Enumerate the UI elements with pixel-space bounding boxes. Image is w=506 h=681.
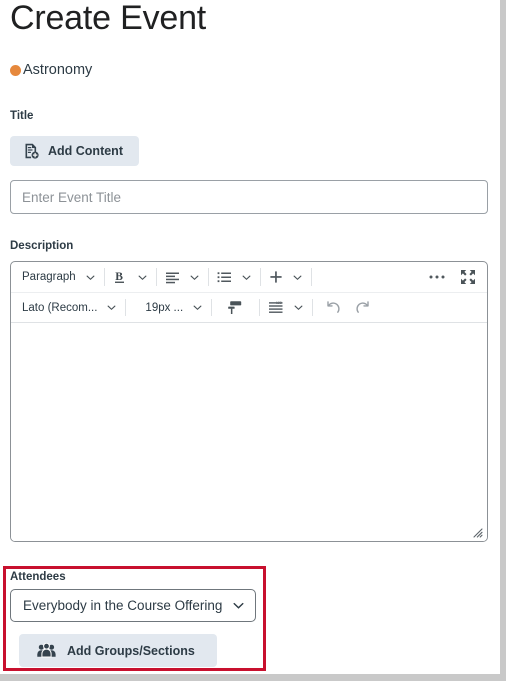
align-left-icon [165,271,180,284]
toolbar-group-list [207,262,260,292]
editor-toolbar-row-1: Paragraph B [11,262,487,293]
redo-icon [355,300,371,316]
title-field-label: Title [10,110,34,122]
bullet-list-icon [217,271,232,284]
add-groups-sections-label: Add Groups/Sections [67,643,195,658]
undo-button[interactable] [318,296,348,320]
chevron-down-icon [107,305,116,311]
chevron-down-icon [242,275,251,280]
ellipsis-icon [428,274,446,280]
align-dropdown[interactable] [162,265,202,289]
svg-text:123: 123 [276,301,282,305]
add-content-button[interactable]: Add Content [10,136,139,166]
rich-text-editor: Paragraph B Lato (Recom... 19px ... 123 [10,261,488,542]
chevron-down-icon [138,275,147,280]
create-event-page: Create Event Astronomy Title Add Content [0,0,506,681]
toolbar-group-line-height: 123 [259,293,312,322]
paragraph-format-dropdown[interactable]: Paragraph [19,265,98,289]
group-people-icon [37,643,56,658]
format-painter-button[interactable] [217,296,253,320]
page-title: Create Event [10,0,207,37]
toolbar-group-history [312,293,384,322]
toolbar-group-align [155,262,208,292]
chevron-down-icon [193,305,202,311]
event-title-input[interactable] [10,180,488,214]
chevron-down-icon [294,305,303,311]
bold-dropdown[interactable]: B [110,265,150,289]
bold-icon: B [113,270,128,285]
attendees-selected-value: Everybody in the Course Offering [23,598,223,613]
add-groups-sections-button[interactable]: Add Groups/Sections [19,634,217,667]
font-family-label: Lato (Recom... [22,301,98,314]
expand-icon [460,269,476,285]
chevron-down-icon [86,275,95,280]
editor-toolbar-row-2: Lato (Recom... 19px ... 123 [11,293,487,323]
description-field-label: Description [10,240,74,252]
chevron-down-icon [190,275,199,280]
font-size-label: 19px ... [145,301,184,314]
plus-icon [269,270,283,284]
toolbar-group-font-family: Lato (Recom... [13,293,125,322]
redo-button[interactable] [348,296,378,320]
add-content-label: Add Content [48,144,123,158]
more-options-button[interactable] [425,265,449,289]
undo-icon [325,300,341,316]
fullscreen-button[interactable] [457,265,479,289]
list-dropdown[interactable] [214,265,254,289]
line-height-icon: 123 [268,301,284,314]
toolbar-group-painter [211,293,259,322]
font-family-dropdown[interactable]: Lato (Recom... [19,296,119,320]
toolbar-group-bold: B [103,262,156,292]
attendees-select[interactable]: Everybody in the Course Offering [10,589,256,622]
paragraph-format-label: Paragraph [22,271,76,283]
toolbar-group-font-size: 19px ... [125,293,211,322]
toolbar-group-insert [259,262,311,292]
line-height-dropdown[interactable]: 123 [265,296,306,320]
attendees-label: Attendees [10,571,66,583]
chevron-down-icon [293,275,302,280]
chevron-down-icon [233,602,244,609]
course-indicator: Astronomy [10,60,92,80]
editor-content-area[interactable] [11,324,487,541]
document-plus-icon [24,143,39,159]
editor-resize-handle[interactable] [471,526,483,538]
svg-text:B: B [115,271,123,283]
course-color-dot [10,64,21,76]
course-name: Astronomy [23,62,93,78]
paint-roller-icon [227,300,243,315]
insert-dropdown[interactable] [266,265,305,289]
font-size-dropdown[interactable]: 19px ... [131,296,205,320]
toolbar-group-paragraph: Paragraph [13,262,104,292]
